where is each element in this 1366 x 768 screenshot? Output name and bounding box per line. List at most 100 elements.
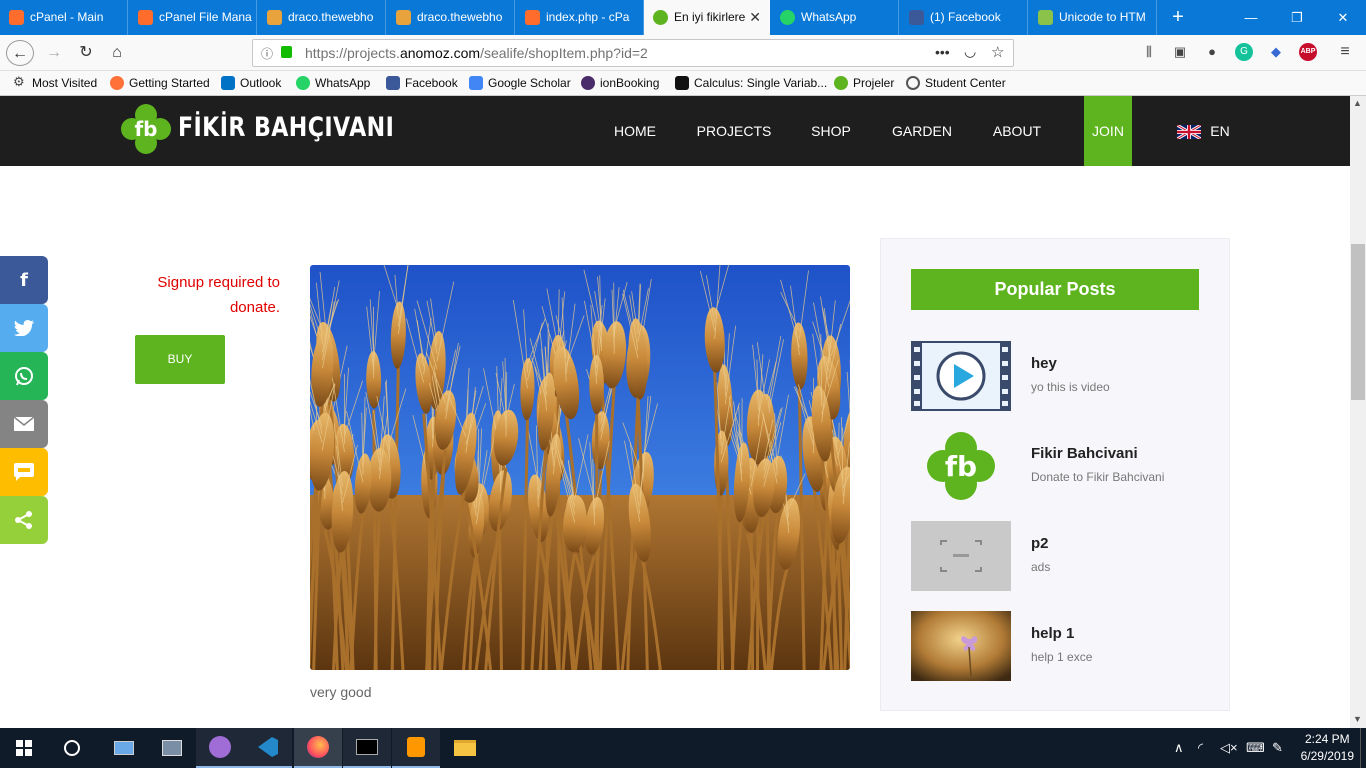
library-icon[interactable]: ⫼ [1140, 43, 1158, 61]
share-sms-button[interactable] [0, 448, 48, 496]
tray-chevron-icon[interactable]: ∧ [1174, 740, 1184, 756]
taskbar-vscode[interactable] [244, 728, 292, 768]
menu-about[interactable]: ABOUT [990, 96, 1044, 166]
start-button[interactable] [0, 728, 48, 768]
popular-posts-title: Popular Posts [911, 269, 1199, 310]
tab-facebook[interactable]: (1) Facebook [900, 0, 1028, 35]
restore-button[interactable]: ❐ [1274, 0, 1320, 35]
menu-home[interactable]: HOME [608, 96, 662, 166]
search-button[interactable] [48, 728, 96, 768]
forward-button[interactable]: → [40, 40, 68, 66]
page-actions-icon[interactable]: ••• [935, 44, 950, 60]
taskbar-sublime[interactable] [392, 728, 440, 768]
bookmark-student-center[interactable]: Student Center [906, 75, 1006, 91]
uk-flag-icon[interactable] [1177, 125, 1201, 139]
site-header: fb FİKİR BAHÇIVANI HOME PROJECTS SHOP GA… [0, 96, 1350, 166]
post-thumb-placeholder[interactable] [911, 521, 1011, 591]
scrollbar-thumb[interactable] [1351, 244, 1365, 400]
post-title[interactable]: p2 [1031, 535, 1049, 552]
tab-draco-2[interactable]: draco.thewebho [387, 0, 515, 35]
site-logo-text[interactable]: FİKİR BAHÇIVANI [178, 112, 394, 143]
pen-icon[interactable]: ✎ [1272, 740, 1283, 756]
close-window-button[interactable]: ✕ [1320, 0, 1366, 35]
page-scrollbar[interactable]: ▲ ▼ [1350, 96, 1366, 728]
minimize-button[interactable]: — [1228, 0, 1274, 35]
info-icon[interactable]: ⓘ [261, 45, 273, 62]
whatsapp-icon [15, 367, 33, 386]
adblock-icon[interactable]: ABP [1299, 43, 1317, 61]
terminal-icon [356, 739, 378, 755]
bookmark-google-scholar[interactable]: Google Scholar [469, 75, 571, 91]
bookmark-facebook[interactable]: Facebook [386, 75, 458, 91]
back-button[interactable]: ← [6, 40, 34, 66]
computer-icon [114, 741, 134, 755]
tab-whatsapp[interactable]: WhatsApp [771, 0, 899, 35]
menu-shop[interactable]: SHOP [808, 96, 854, 166]
taskbar-firefox[interactable] [294, 728, 342, 768]
share-more-button[interactable] [0, 496, 48, 544]
wifi-icon[interactable]: ◜ [1198, 740, 1203, 756]
tab-cpanel-main[interactable]: cPanel - Main [0, 0, 128, 35]
share-whatsapp-button[interactable] [0, 352, 48, 400]
pocket-icon[interactable]: ◡ [964, 43, 976, 60]
gear-icon: ⚙ [13, 74, 25, 89]
bookmark-ionbooking[interactable]: ionBooking [581, 75, 659, 91]
sidebar-icon[interactable]: ▣ [1171, 43, 1189, 61]
taskbar-file-explorer[interactable] [441, 728, 489, 768]
tab-en-iyi-fikirlere[interactable]: En iyi fikirlere ✕ [644, 0, 770, 35]
cpanel-icon [138, 10, 153, 25]
bookmark-outlook[interactable]: Outlook [221, 75, 281, 91]
bookmark-getting-started[interactable]: Getting Started [110, 75, 210, 91]
new-tab-button[interactable]: + [1155, 0, 1201, 35]
post-title[interactable]: Fikir Bahcivani [1031, 445, 1138, 462]
scroll-up-icon[interactable]: ▲ [1353, 98, 1362, 108]
grammarly-icon[interactable]: G [1235, 43, 1253, 61]
menu-join[interactable]: JOIN [1084, 96, 1132, 166]
bookmark-projeler[interactable]: Projeler [834, 75, 894, 91]
fb-logo-icon [834, 76, 848, 90]
language-label[interactable]: EN [1205, 96, 1235, 166]
scroll-down-icon[interactable]: ▼ [1353, 714, 1362, 724]
post-title[interactable]: help 1 [1031, 625, 1074, 642]
volume-icon[interactable]: ◁× [1220, 740, 1238, 756]
bookmark-whatsapp[interactable]: WhatsApp [296, 75, 370, 91]
share-email-button[interactable] [0, 400, 48, 448]
buy-button[interactable]: BUY [135, 335, 225, 384]
post-title[interactable]: hey [1031, 355, 1057, 372]
cpanel-icon [525, 10, 540, 25]
tab-draco-1[interactable]: draco.thewebho [258, 0, 386, 35]
post-thumb-video[interactable] [911, 341, 1011, 411]
system-clock[interactable]: 2:24 PM 6/29/2019 [1301, 731, 1354, 765]
fb-logo-icon[interactable]: fb [121, 104, 171, 154]
bookmark-most-visited[interactable]: ⚙ Most Visited [13, 74, 97, 91]
bookmark-label: Facebook [405, 76, 458, 90]
show-desktop-button[interactable] [1360, 728, 1366, 768]
close-tab-icon[interactable]: ✕ [749, 0, 761, 35]
taskbar-github[interactable] [196, 728, 244, 768]
firefox-icon [307, 736, 329, 758]
keyboard-icon[interactable]: ⌨ [1246, 740, 1265, 756]
share-facebook-button[interactable]: f [0, 256, 48, 304]
tab-index-php[interactable]: index.php - cPa [516, 0, 644, 35]
menu-garden[interactable]: GARDEN [890, 96, 954, 166]
menu-icon[interactable]: ≡ [1336, 43, 1354, 61]
scholar-extension-icon[interactable]: ◆ [1267, 43, 1285, 61]
taskbar-terminal[interactable] [343, 728, 391, 768]
url-text[interactable]: https://projects.anomoz.com/sealife/shop… [305, 40, 648, 66]
share-twitter-button[interactable] [0, 304, 48, 352]
lock-icon[interactable] [281, 46, 292, 58]
bookmark-calculus[interactable]: Calculus: Single Variab... [675, 75, 827, 91]
tab-cpanel-file-manager[interactable]: cPanel File Mana [129, 0, 257, 35]
taskbar-photos[interactable] [148, 728, 196, 768]
product-caption: very good [310, 684, 372, 700]
taskbar-computer[interactable] [100, 728, 148, 768]
bookmark-star-icon[interactable]: ☆ [991, 43, 1004, 61]
post-thumb-fb-logo[interactable]: fb [911, 431, 1011, 501]
url-bar[interactable]: ⓘ https://projects.anomoz.com/sealife/sh… [252, 39, 1014, 67]
post-thumb-butterfly[interactable] [911, 611, 1011, 681]
reload-button[interactable]: ↻ [72, 40, 100, 66]
menu-projects[interactable]: PROJECTS [695, 96, 773, 166]
account-icon[interactable]: ● [1203, 43, 1221, 61]
home-button[interactable]: ⌂ [103, 40, 131, 66]
tab-unicode[interactable]: Unicode to HTM [1029, 0, 1157, 35]
